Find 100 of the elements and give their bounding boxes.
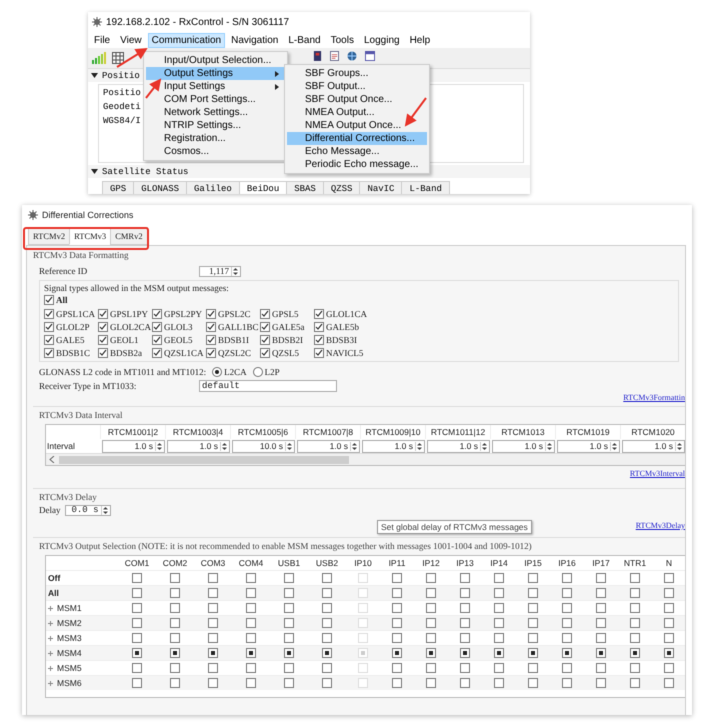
tab[interactable]: SBAS xyxy=(286,181,324,194)
checkbox[interactable] xyxy=(208,648,218,658)
checkbox[interactable] xyxy=(152,335,162,345)
radio-button[interactable] xyxy=(212,367,222,377)
checkbox[interactable] xyxy=(494,618,504,628)
checkbox[interactable] xyxy=(562,648,572,658)
checkbox[interactable] xyxy=(314,348,324,358)
menu-item[interactable]: SBF Groups... xyxy=(287,67,427,80)
checkbox[interactable] xyxy=(322,663,332,673)
checkbox[interactable] xyxy=(246,573,256,583)
spin-arrows-icon[interactable] xyxy=(100,506,108,514)
checkbox[interactable] xyxy=(246,588,256,598)
expand-icon[interactable] xyxy=(48,606,53,610)
checkbox[interactable] xyxy=(132,648,142,658)
checkbox[interactable] xyxy=(664,618,674,628)
checkbox[interactable] xyxy=(314,309,324,319)
checkbox[interactable] xyxy=(44,335,54,345)
checkbox[interactable] xyxy=(630,663,640,673)
checkbox[interactable] xyxy=(170,663,180,673)
checkbox[interactable] xyxy=(284,678,294,688)
menu-item[interactable]: L-Band xyxy=(284,32,325,48)
checkbox[interactable] xyxy=(284,633,294,643)
checkbox[interactable] xyxy=(208,618,218,628)
checkbox[interactable] xyxy=(630,648,640,658)
checkbox[interactable] xyxy=(322,678,332,688)
menu-item[interactable]: Navigation xyxy=(227,32,282,48)
checkbox[interactable] xyxy=(426,603,436,613)
checkbox[interactable] xyxy=(246,618,256,628)
checkbox[interactable] xyxy=(322,648,332,658)
checkbox[interactable] xyxy=(284,618,294,628)
checkbox[interactable] xyxy=(170,678,180,688)
checkbox[interactable] xyxy=(596,678,606,688)
spin-field[interactable]: 1.0 s xyxy=(102,440,165,452)
menu-item[interactable]: Input Settings xyxy=(146,80,285,93)
tab[interactable]: BeiDou xyxy=(238,181,288,194)
globe-icon[interactable] xyxy=(347,50,357,60)
checkbox[interactable] xyxy=(284,663,294,673)
checkbox[interactable] xyxy=(392,588,402,598)
checkbox[interactable] xyxy=(596,648,606,658)
checkbox[interactable] xyxy=(596,663,606,673)
checkbox[interactable] xyxy=(596,618,606,628)
window-icon[interactable] xyxy=(365,50,375,60)
checkbox[interactable] xyxy=(132,603,142,613)
checkbox[interactable] xyxy=(494,633,504,643)
checkbox[interactable] xyxy=(426,633,436,643)
spin-field[interactable]: 1.0 s xyxy=(557,440,620,452)
checkbox[interactable] xyxy=(132,618,142,628)
checkbox[interactable] xyxy=(494,588,504,598)
spin-arrows-icon[interactable] xyxy=(480,442,488,450)
spin-field[interactable]: 1.0 s xyxy=(427,440,490,452)
checkbox[interactable] xyxy=(206,322,216,332)
checkbox[interactable] xyxy=(392,618,402,628)
checkbox[interactable] xyxy=(314,335,324,345)
checkbox[interactable] xyxy=(460,633,470,643)
checkbox[interactable] xyxy=(208,663,218,673)
spin-arrows-icon[interactable] xyxy=(231,266,239,276)
checkbox[interactable] xyxy=(322,633,332,643)
spin-arrows-icon[interactable] xyxy=(220,442,228,450)
checkbox[interactable] xyxy=(392,603,402,613)
checkbox[interactable] xyxy=(562,678,572,688)
checkbox[interactable] xyxy=(170,603,180,613)
checkbox[interactable] xyxy=(528,633,538,643)
signal-icon[interactable] xyxy=(92,52,106,64)
panel-tab[interactable]: Positio xyxy=(103,88,141,98)
checkbox[interactable] xyxy=(208,633,218,643)
checkbox[interactable] xyxy=(426,573,436,583)
checkbox[interactable] xyxy=(562,663,572,673)
tab[interactable]: L-Band xyxy=(401,181,450,194)
spin-field[interactable]: 10.0 s xyxy=(232,440,295,452)
spin-arrows-icon[interactable] xyxy=(545,442,553,450)
checkbox[interactable] xyxy=(630,603,640,613)
checkbox[interactable] xyxy=(132,663,142,673)
spin-field[interactable]: 1.0 s xyxy=(167,440,230,452)
checkbox[interactable] xyxy=(426,648,436,658)
document-icon[interactable] xyxy=(330,50,339,60)
checkbox[interactable] xyxy=(528,573,538,583)
menu-item[interactable]: NTRIP Settings... xyxy=(146,119,285,132)
checkbox[interactable] xyxy=(44,309,54,319)
checkbox[interactable] xyxy=(596,633,606,643)
checkbox[interactable] xyxy=(260,309,270,319)
checkbox[interactable] xyxy=(562,618,572,628)
help-link[interactable]: RTCMv3Formattin xyxy=(623,393,685,404)
radio-button[interactable] xyxy=(252,367,263,377)
checkbox[interactable] xyxy=(494,663,504,673)
checkbox[interactable] xyxy=(132,573,142,583)
scrollbar-thumb[interactable] xyxy=(59,456,349,464)
expand-icon[interactable] xyxy=(48,650,53,656)
checkbox[interactable] xyxy=(630,678,640,688)
checkbox[interactable] xyxy=(494,678,504,688)
menu-item[interactable]: View xyxy=(116,32,146,48)
checkbox[interactable] xyxy=(206,348,216,358)
help-link[interactable]: RTCMv3Delay xyxy=(636,521,685,532)
checkbox[interactable] xyxy=(426,618,436,628)
checkbox[interactable] xyxy=(664,678,674,688)
checkbox[interactable] xyxy=(246,648,256,658)
expand-icon[interactable] xyxy=(48,680,53,686)
checkbox[interactable] xyxy=(630,573,640,583)
help-link[interactable]: RTCMv3Interval xyxy=(630,469,685,480)
spin-field[interactable]: 1.0 s xyxy=(362,440,425,452)
checkbox[interactable] xyxy=(260,335,270,345)
